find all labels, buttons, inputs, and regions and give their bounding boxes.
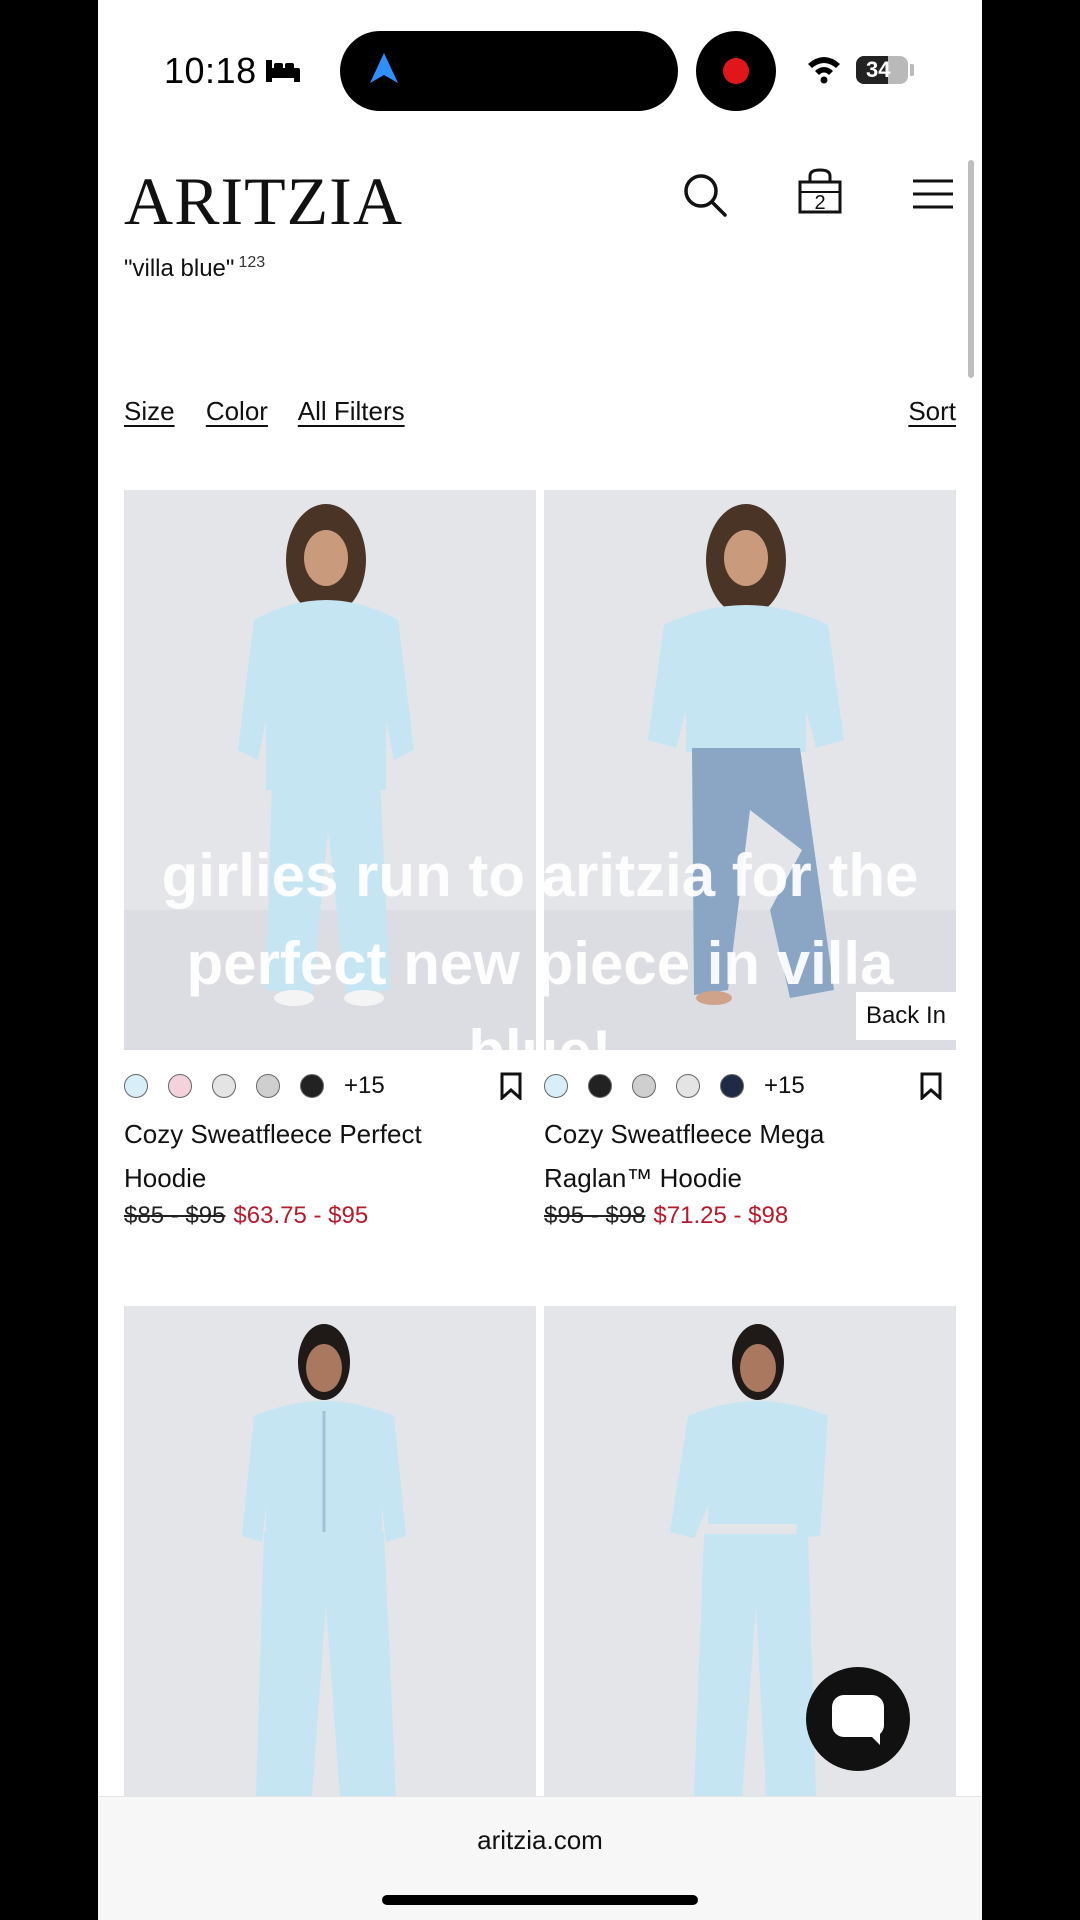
product-image[interactable]: Back In	[544, 490, 956, 1050]
record-dot-icon	[723, 58, 749, 84]
product-image[interactable]	[124, 490, 536, 1050]
swatch-black[interactable]	[588, 1074, 612, 1098]
swatch-black[interactable]	[300, 1074, 324, 1098]
menu-icon[interactable]	[912, 178, 954, 215]
filter-bar: Size Color All Filters Sort	[124, 396, 956, 427]
product-name-line1: Cozy Sweatfleece Mega	[544, 1119, 825, 1149]
aritzia-logo[interactable]: ARITZIA	[124, 162, 403, 241]
product-name[interactable]: Cozy Sweatfleece Mega Raglan™ Hoodie	[544, 1112, 944, 1200]
dynamic-island	[340, 31, 678, 111]
shopping-bag-icon[interactable]: 2	[796, 166, 844, 221]
status-bar: 10:18 34	[98, 0, 982, 140]
app-screen: 10:18 34 ARITZIA 2 "villa blue" 123 Size…	[98, 0, 982, 1920]
screen-recording-indicator	[696, 31, 776, 111]
browser-address-bar[interactable]: aritzia.com	[98, 1796, 982, 1920]
sale-price: $71.25 - $98	[653, 1202, 789, 1229]
result-count: 123	[238, 254, 266, 271]
swatch-grey[interactable]	[256, 1074, 280, 1098]
swatch-grey[interactable]	[632, 1074, 656, 1098]
swatch-pink[interactable]	[168, 1074, 192, 1098]
home-indicator[interactable]	[382, 1895, 698, 1905]
search-icon[interactable]	[682, 172, 728, 223]
product-image[interactable]	[124, 1306, 536, 1796]
back-in-badge: Back In	[855, 992, 956, 1040]
wifi-icon	[806, 54, 842, 89]
product-name-line2: Raglan™ Hoodie	[544, 1163, 743, 1193]
color-filter-link[interactable]: Color	[206, 396, 268, 426]
product-price: $85 - $95 $63.75 - $95	[124, 1202, 368, 1230]
swatch-light-grey[interactable]	[212, 1074, 236, 1098]
chat-bubble-tail	[864, 1729, 880, 1745]
product-price: $95 - $98 $71.25 - $98	[544, 1202, 788, 1230]
url-text[interactable]: aritzia.com	[98, 1825, 982, 1856]
sleep-focus-icon	[264, 58, 302, 92]
sale-price: $63.75 - $95	[233, 1202, 369, 1229]
color-swatches: +15	[124, 1072, 536, 1102]
battery-icon: 34	[856, 56, 908, 84]
sort-link[interactable]: Sort	[908, 396, 956, 427]
original-price: $95 - $98	[544, 1202, 646, 1229]
navigation-arrow-icon	[366, 51, 402, 92]
search-query-label: "villa blue" 123	[124, 254, 265, 283]
more-colors-count[interactable]: +15	[344, 1072, 385, 1100]
all-filters-link[interactable]: All Filters	[298, 396, 405, 426]
bookmark-icon[interactable]	[500, 1072, 522, 1105]
chat-button[interactable]	[806, 1667, 910, 1771]
site-header: ARITZIA 2	[98, 160, 982, 240]
cart-count: 2	[814, 192, 826, 214]
color-swatches: +15	[544, 1072, 956, 1102]
battery-tip	[910, 64, 914, 76]
product-name-line2: Hoodie	[124, 1163, 207, 1193]
swatch-navy[interactable]	[720, 1074, 744, 1098]
swatch-light-blue[interactable]	[544, 1074, 568, 1098]
product-name[interactable]: Cozy Sweatfleece Perfect Hoodie	[124, 1112, 524, 1200]
swatch-light-blue[interactable]	[124, 1074, 148, 1098]
status-time: 10:18	[164, 50, 257, 91]
battery-level: 34	[866, 57, 891, 82]
more-colors-count[interactable]: +15	[764, 1072, 805, 1100]
size-filter-link[interactable]: Size	[124, 396, 175, 426]
search-query-text: "villa blue"	[124, 255, 235, 282]
bookmark-icon[interactable]	[920, 1072, 942, 1105]
original-price: $85 - $95	[124, 1202, 226, 1229]
page-scrollbar[interactable]	[968, 160, 974, 378]
product-name-line1: Cozy Sweatfleece Perfect	[124, 1119, 422, 1149]
swatch-light-grey[interactable]	[676, 1074, 700, 1098]
